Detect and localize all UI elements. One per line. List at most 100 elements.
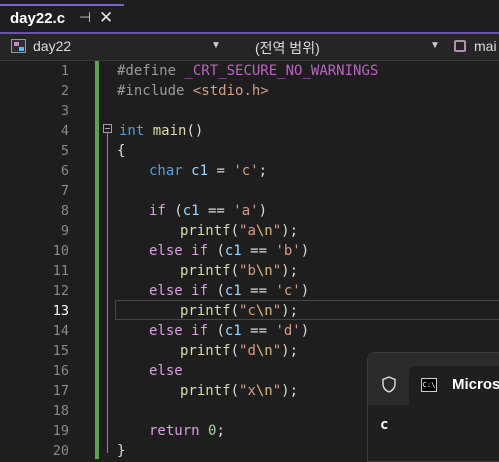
string-literal: " bbox=[272, 383, 282, 399]
type-keyword: char bbox=[149, 163, 183, 179]
console-window-popup[interactable]: C:\ Microso c bbox=[367, 352, 499, 462]
console-tab[interactable]: C:\ Microso bbox=[409, 366, 499, 405]
code-text: char c1 = 'c'; bbox=[149, 161, 267, 181]
punctuation: ) bbox=[300, 283, 310, 299]
operator: == bbox=[241, 323, 276, 339]
line-number: 6 bbox=[60, 163, 69, 179]
line-number: 10 bbox=[52, 243, 69, 259]
code-text: printf("x\n"); bbox=[180, 381, 298, 401]
char-literal: 'b' bbox=[275, 243, 301, 259]
line-number: 1 bbox=[60, 63, 69, 79]
line-number: 7 bbox=[60, 183, 69, 199]
project-dropdown[interactable]: day22 ▼ bbox=[8, 37, 226, 57]
line-number: 3 bbox=[60, 103, 69, 119]
punctuation: ( bbox=[230, 343, 240, 359]
punctuation: ( bbox=[230, 223, 240, 239]
type-keyword: int bbox=[119, 123, 145, 139]
punctuation: ) bbox=[300, 323, 310, 339]
code-text: #define _CRT_SECURE_NO_WARNINGS bbox=[117, 61, 378, 81]
escape-sequence: \n bbox=[255, 263, 273, 279]
code-line-8[interactable]: if (c1 == 'a') bbox=[0, 201, 499, 221]
function-name: printf bbox=[180, 223, 231, 239]
control-keyword: else if bbox=[149, 323, 209, 339]
punctuation: ( bbox=[165, 203, 183, 219]
escape-sequence: \n bbox=[255, 303, 273, 319]
punctuation: ( bbox=[230, 263, 240, 279]
line-number: 17 bbox=[52, 383, 69, 399]
control-keyword: else if bbox=[149, 243, 209, 259]
char-literal: 'c' bbox=[275, 283, 301, 299]
code-line-4[interactable]: int main() bbox=[0, 121, 499, 141]
operator: == bbox=[241, 243, 276, 259]
punctuation: ); bbox=[281, 383, 299, 399]
function-name: printf bbox=[180, 343, 231, 359]
string-literal: "c bbox=[239, 303, 256, 319]
punctuation: ; bbox=[216, 423, 225, 439]
scope-dropdown[interactable]: (전역 범위) ▼ bbox=[233, 37, 445, 57]
line-number: 15 bbox=[52, 343, 69, 359]
code-text: printf("a\n"); bbox=[180, 221, 298, 241]
punctuation: () bbox=[186, 123, 204, 139]
char-literal: 'a' bbox=[233, 203, 259, 219]
pin-icon[interactable]: ⊣ bbox=[79, 9, 91, 26]
shield-icon[interactable] bbox=[381, 376, 397, 393]
line-number: 16 bbox=[52, 363, 69, 379]
code-text: } bbox=[117, 443, 126, 459]
line-number: 18 bbox=[52, 403, 69, 419]
string-literal: "d bbox=[239, 343, 256, 359]
escape-sequence: \n bbox=[255, 383, 273, 399]
string-literal: "x bbox=[239, 383, 256, 399]
macro-name: _CRT_SECURE_NO_WARNINGS bbox=[184, 63, 379, 79]
close-icon[interactable]: ✕ bbox=[99, 8, 113, 28]
code-text: else if (c1 == 'd') bbox=[149, 321, 309, 341]
string-literal: "a bbox=[239, 223, 256, 239]
code-line-1[interactable]: #define _CRT_SECURE_NO_WARNINGS bbox=[0, 61, 499, 81]
control-keyword: else if bbox=[149, 283, 209, 299]
code-line-14[interactable]: else if (c1 == 'd') bbox=[0, 321, 499, 341]
punctuation: ; bbox=[258, 163, 268, 179]
tab-day22-c[interactable]: day22.c ⊣ ✕ bbox=[0, 4, 124, 32]
line-number: 12 bbox=[52, 283, 69, 299]
function-name: printf bbox=[180, 383, 231, 399]
code-text: printf("d\n"); bbox=[180, 341, 298, 361]
punctuation: ) bbox=[300, 243, 310, 259]
line-number: 8 bbox=[60, 203, 69, 219]
variable: c1 bbox=[224, 243, 242, 259]
line-number: 4 bbox=[60, 123, 69, 139]
include-path: <stdio.h> bbox=[192, 83, 269, 99]
string-literal: "b bbox=[239, 263, 256, 279]
code-text: else if (c1 == 'c') bbox=[149, 281, 309, 301]
code-text: if (c1 == 'a') bbox=[149, 201, 267, 221]
punctuation: ); bbox=[281, 263, 299, 279]
member-dropdown[interactable]: mai bbox=[452, 37, 499, 57]
variable: c1 bbox=[182, 203, 200, 219]
code-line-2[interactable]: #include <stdio.h> bbox=[0, 81, 499, 101]
project-dropdown-label: day22 bbox=[33, 38, 72, 54]
punctuation: ( bbox=[208, 283, 225, 299]
preprocessor-directive: #define bbox=[117, 63, 177, 79]
line-number: 14 bbox=[52, 323, 69, 339]
code-line-5[interactable]: { bbox=[0, 141, 499, 161]
code-text: int main() bbox=[119, 121, 203, 141]
variable: c1 bbox=[224, 323, 242, 339]
function-name: printf bbox=[180, 263, 231, 279]
console-tab-title: Microso bbox=[452, 376, 499, 393]
tab-title: day22.c bbox=[10, 10, 66, 27]
code-line-12[interactable]: else if (c1 == 'c') bbox=[0, 281, 499, 301]
escape-sequence: \n bbox=[255, 343, 273, 359]
code-line-11[interactable]: printf("b\n"); bbox=[0, 261, 499, 281]
code-line-6[interactable]: char c1 = 'c'; bbox=[0, 161, 499, 181]
code-text: { bbox=[117, 143, 126, 159]
console-output: c bbox=[380, 417, 389, 433]
code-line-9[interactable]: printf("a\n"); bbox=[0, 221, 499, 241]
variable: c1 bbox=[191, 163, 209, 179]
terminal-icon: C:\ bbox=[421, 378, 437, 392]
document-tab-strip: day22.c ⊣ ✕ bbox=[0, 0, 499, 34]
code-line-10[interactable]: else if (c1 == 'b') bbox=[0, 241, 499, 261]
function-name: printf bbox=[180, 303, 231, 319]
char-literal: 'c' bbox=[233, 163, 259, 179]
code-line-13[interactable]: printf("c\n"); bbox=[0, 301, 499, 321]
operator: == bbox=[241, 283, 276, 299]
chevron-down-icon: ▼ bbox=[430, 40, 440, 51]
punctuation: ( bbox=[230, 303, 240, 319]
